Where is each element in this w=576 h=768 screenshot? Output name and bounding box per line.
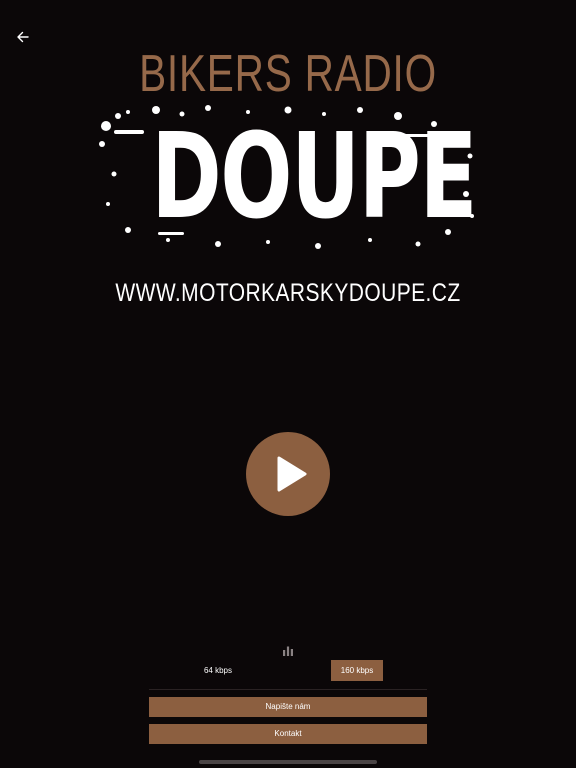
bitrate-option-160[interactable]: 160 kbps xyxy=(331,660,383,681)
play-button[interactable] xyxy=(246,432,330,516)
logo-wordmark-text: DOUPE xyxy=(151,107,477,245)
logo-title: BIKERS RADIO xyxy=(139,45,437,103)
play-icon xyxy=(277,456,307,492)
station-logo: BIKERS RADIO DOUPE xyxy=(0,44,576,254)
bitrate-option-64[interactable]: 64 kbps xyxy=(179,660,257,681)
radio-player-screen: BIKERS RADIO DOUPE WWW.MOTORKARSKYDOUPE.… xyxy=(0,0,576,768)
write-us-button[interactable]: Napište nám xyxy=(149,697,427,717)
website-url: WWW.MOTORKARSKYDOUPE.CZ xyxy=(115,279,461,307)
bitrate-selector: 64 kbps 160 kbps xyxy=(149,660,427,682)
arrow-left-icon xyxy=(17,31,29,43)
contact-button[interactable]: Kontakt xyxy=(149,724,427,744)
divider xyxy=(149,689,427,690)
home-indicator[interactable] xyxy=(199,760,377,764)
bar-chart-icon xyxy=(283,646,293,656)
logo-wordmark: DOUPE xyxy=(98,104,478,254)
